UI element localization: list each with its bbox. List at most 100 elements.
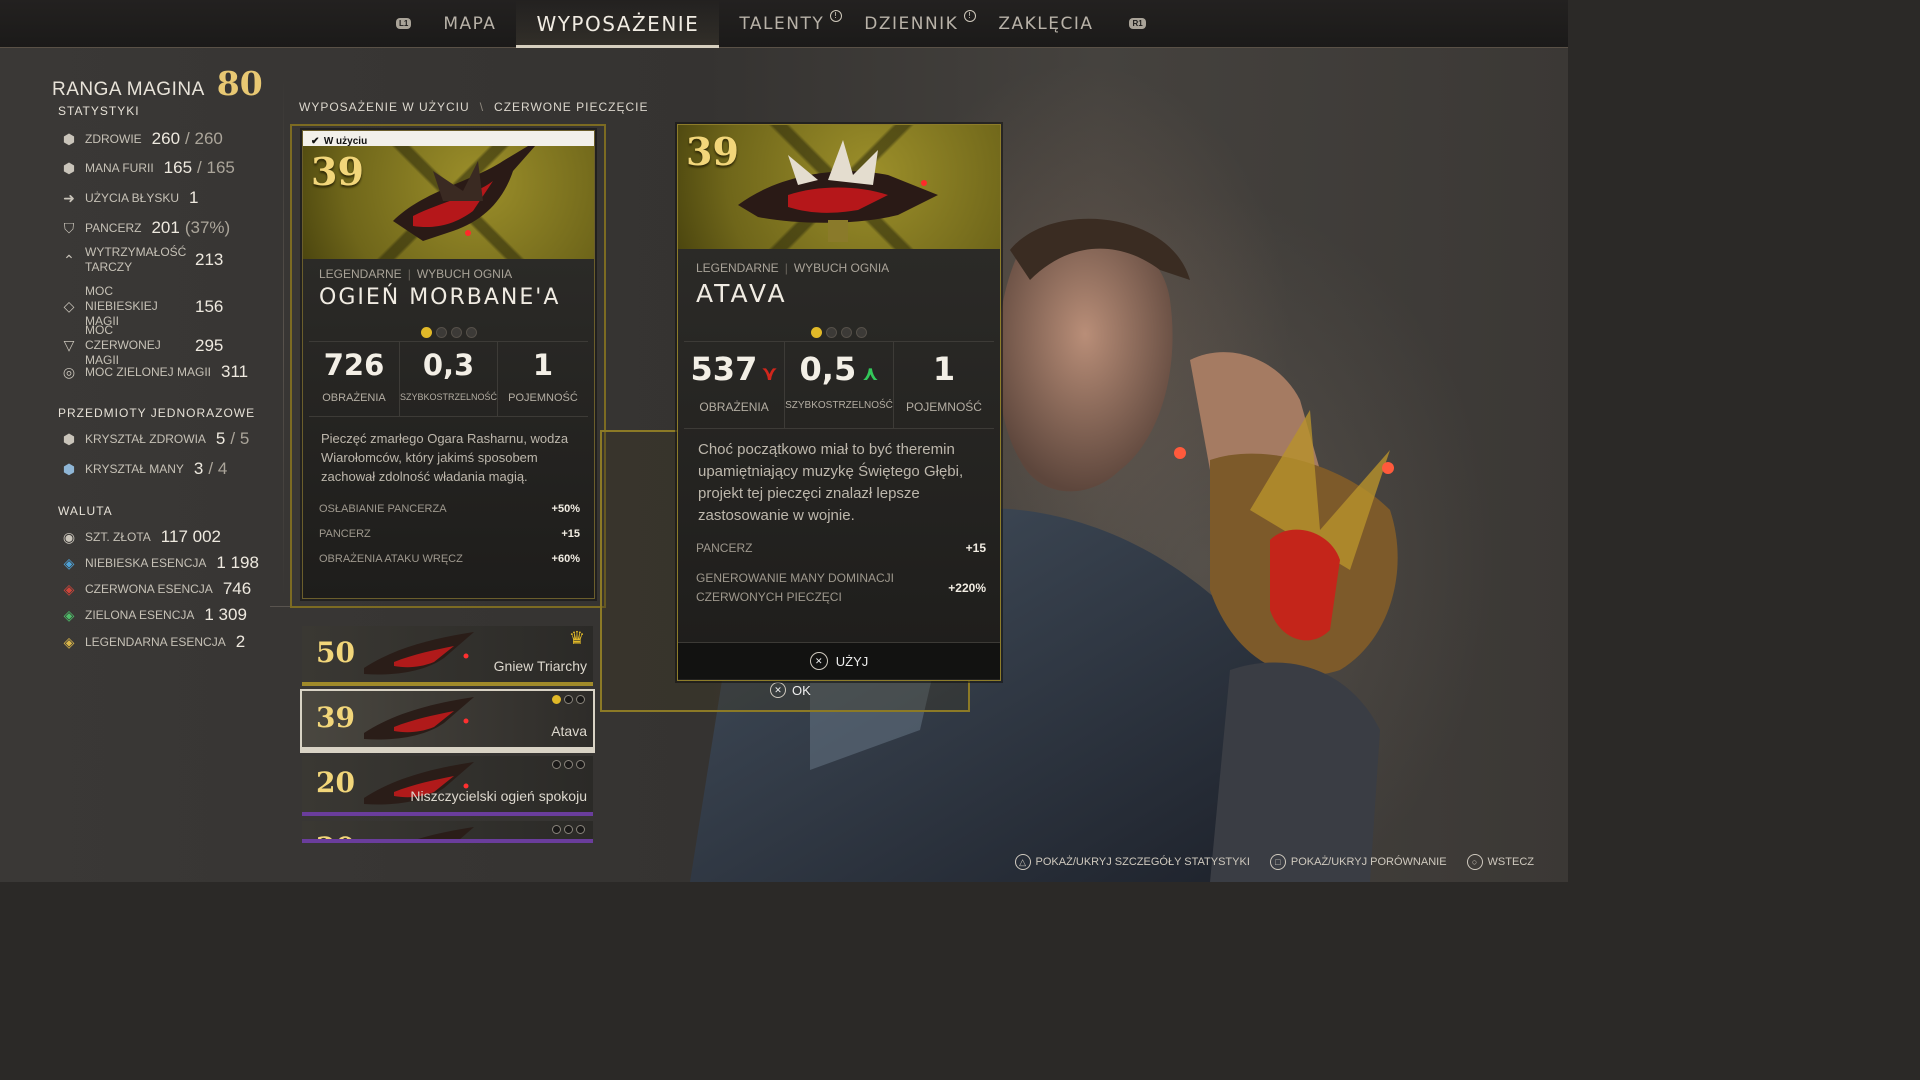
tab-equipment[interactable]: WYPOSAŻENIE [516, 0, 720, 48]
item-modifiers: PANCERZ +15 GENEROWANIE MANY DOMINACJI CZ… [696, 541, 986, 607]
ok-action[interactable]: ✕ OK [770, 682, 811, 698]
stat-value: 2 [235, 632, 246, 651]
stat-value-row: 537 ⋎ [684, 350, 784, 388]
decrease-arrow-icon: ⋎ [761, 361, 778, 385]
triangle-button-icon: △ [1014, 854, 1031, 870]
modifier-name: PANCERZ [319, 528, 371, 540]
compare-item-card[interactable]: 39 LEGENDARNE | WYBUCH OGNIA ATAVA 537 ⋎ OBR… [677, 124, 1001, 681]
stat-row: ◎ MOC ZIELONEJ MAGII 311 [60, 362, 248, 382]
stat-value: 1 198 [216, 553, 259, 572]
modifier-row: PANCERZ +15 [319, 528, 580, 553]
item-modifiers: OSŁABIANIE PANCERZA +50% PANCERZ +15 OBRAŻ… [319, 503, 580, 578]
tab-spells[interactable]: ZAKLĘCIA [978, 0, 1113, 47]
stat-name: MANA FURII [85, 160, 154, 175]
stat-name: ZIELONA ESENCJA [85, 607, 195, 622]
modifier-value: +15 [965, 541, 986, 555]
modifier-value: +15 [561, 528, 580, 540]
seal-list-item[interactable]: 50 Gniew Triarchy ♛ [302, 626, 593, 686]
mana-crystal-icon: ⬢ [62, 460, 76, 477]
back-hint[interactable]: ○ WSTECZ [1466, 854, 1534, 870]
stat-name: MOC ZIELONEJ MAGII [85, 364, 212, 379]
tab-journal[interactable]: DZIENNIK! [844, 0, 978, 47]
seal-level: 50 [316, 636, 355, 669]
type-label: WYBUCH OGNIA [793, 261, 890, 275]
r1-button-hint: R1 [1129, 18, 1146, 29]
l1-button-hint: L1 [396, 18, 412, 29]
tab-label: DZIENNIK [864, 13, 959, 34]
separator: | [784, 261, 788, 275]
rank-display: RANGA MAGINA 80 [52, 64, 263, 103]
stat-row: ◉ SZT. ZŁOTA 117 002 [60, 527, 221, 547]
stat-value: 117 002 [160, 527, 221, 546]
modifier-value: +220% [948, 580, 986, 595]
modifier-row: OSŁABIANIE PANCERZA +50% [319, 503, 580, 528]
increase-arrow-icon: ⋏ [862, 361, 879, 385]
stat-value: 1 [932, 350, 956, 388]
modifier-row: PANCERZ +15 [696, 541, 986, 569]
modifier-name: GENEROWANIE MANY DOMINACJI CZERWONYCH PI… [696, 571, 895, 604]
rarity-label: LEGENDARNE [319, 267, 402, 281]
toggle-compare-hint[interactable]: □ POKAŻ/UKRYJ PORÓWNANIE [1269, 854, 1447, 870]
stat-row: ⬢ ZDROWIE 260/ 260 [60, 129, 223, 149]
seal-list-item[interactable]: 20 [302, 821, 593, 843]
seal-thumbnail [364, 697, 474, 740]
stat-row: ⬢ KRYSZTAŁ ZDROWIA 5/ 5 [60, 429, 249, 449]
item-artwork: ✔ W użyciu 39 [303, 131, 594, 259]
stat-name: LEGENDARNA ESENCJA [85, 634, 226, 649]
item-name: OGIEŃ MORBANE'A [319, 285, 561, 310]
upgrade-dot [552, 825, 561, 834]
stat-value: 1 [189, 188, 199, 207]
stat-name: WYTRZYMAŁOŚĆ TARCZY [85, 245, 187, 274]
upgrade-dot [576, 825, 585, 834]
modifier-name: PANCERZ [696, 541, 753, 555]
tab-label: MAPA [443, 13, 497, 34]
stat-name: ZDROWIE [85, 131, 142, 146]
stat-value: 213 [195, 250, 224, 269]
stat-name: PANCERZ [85, 220, 142, 235]
stat-row: ⌃ WYTRZYMAŁOŚĆ TARCZY 213 [60, 245, 223, 275]
stat-max: (37%) [184, 218, 231, 237]
stat-value: 5 [215, 429, 226, 448]
upgrade-dot [826, 327, 837, 338]
upgrade-dot [811, 327, 822, 338]
gold-icon: ◉ [62, 528, 76, 545]
breadcrumb-red-seals[interactable]: CZERWONE PIECZĘCIE [494, 100, 648, 114]
tab-label: TALENTY [739, 13, 825, 34]
cross-button-icon: ✕ [770, 682, 786, 698]
damage-stat: 726 OBRAŻENIA [309, 342, 400, 416]
tab-talents[interactable]: TALENTY! [719, 0, 844, 47]
seal-list-item[interactable]: 39 Atava [302, 691, 593, 751]
modifier-name: OSŁABIANIE PANCERZA [319, 503, 447, 515]
seal-name: Atava [551, 723, 587, 739]
upgrade-dot [841, 327, 852, 338]
seal-list-item[interactable]: 20 Niszczycielski ogień spokoju [302, 756, 593, 816]
equipped-item-card[interactable]: ✔ W użyciu 39 LEGENDARNE | WYBUCH OGNIA OG… [302, 130, 595, 599]
stat-row: ➜ UŻYCIA BŁYSKU 1 [60, 188, 199, 208]
crown-icon: ♛ [568, 628, 585, 648]
seal-thumbnail [364, 632, 474, 675]
use-button[interactable]: ✕ UŻYJ [678, 642, 1000, 679]
stat-name: KRYSZTAŁ MANY [85, 461, 184, 476]
stat-value: 0,3 [422, 348, 475, 382]
item-details: LEGENDARNE | WYBUCH OGNIA OGIEŃ MORBANE'A … [303, 259, 594, 598]
stat-row: ⬢ KRYSZTAŁ MANY 3/ 4 [60, 459, 227, 479]
fire-rate-stat: 0,3 SZYBKOSTRZELNOŚĆ [399, 342, 499, 416]
green-essence-icon: ◈ [63, 606, 75, 623]
breadcrumb-equipped[interactable]: WYPOSAŻENIE W UŻYCIU [299, 100, 470, 114]
stat-value: 537 [690, 350, 758, 388]
toggle-stats-hint[interactable]: △ POKAŻ/UKRYJ SZCZEGÓŁY STATYSTYKI [1014, 854, 1250, 870]
use-label: UŻYJ [835, 653, 869, 669]
upgrade-dots [552, 695, 585, 704]
upgrade-dots [303, 327, 594, 338]
stat-name: NIEBIESKA ESENCJA [85, 555, 207, 570]
stat-name: SZT. ZŁOTA [85, 529, 151, 544]
stat-label: SZYBKOSTRZELNOŚĆ [399, 392, 498, 402]
modifier-value: +50% [551, 503, 580, 515]
dash-icon: ➜ [63, 189, 75, 206]
consumables-header: PRZEDMIOTY JEDNORAZOWE [58, 406, 256, 420]
red-essence-icon: ◈ [63, 580, 75, 597]
tab-map[interactable]: MAPA [423, 0, 516, 47]
notification-icon: ! [964, 10, 977, 22]
divider [283, 78, 284, 598]
upgrade-dot [465, 327, 477, 338]
